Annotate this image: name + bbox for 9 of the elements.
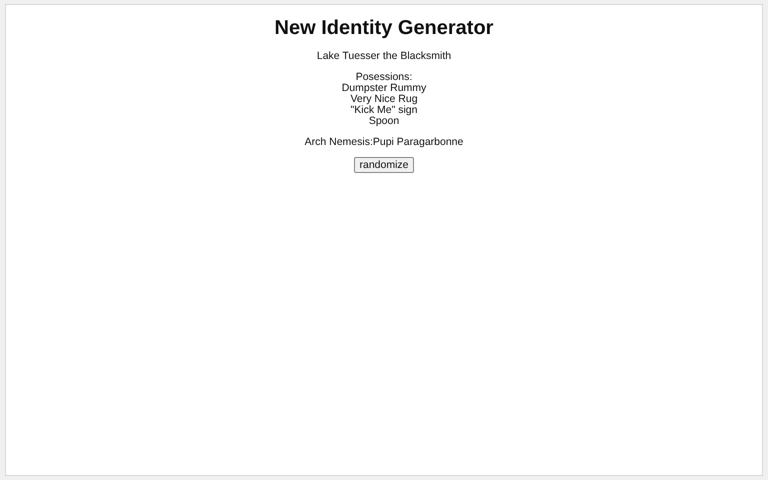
- possession-item: Dumpster Rummy: [342, 83, 426, 94]
- page-title: New Identity Generator: [274, 17, 494, 40]
- possession-item: Very Nice Rug: [350, 94, 418, 105]
- identity-text: Lake Tuesser the Blacksmith: [316, 51, 452, 62]
- possessions-label: Posessions:: [356, 72, 412, 83]
- randomize-button[interactable]: randomize: [354, 157, 414, 173]
- possession-item: Spoon: [368, 116, 400, 127]
- possession-item: "Kick Me" sign: [350, 105, 418, 116]
- nemesis-text: Arch Nemesis:Pupi Paragarbonne: [304, 137, 464, 148]
